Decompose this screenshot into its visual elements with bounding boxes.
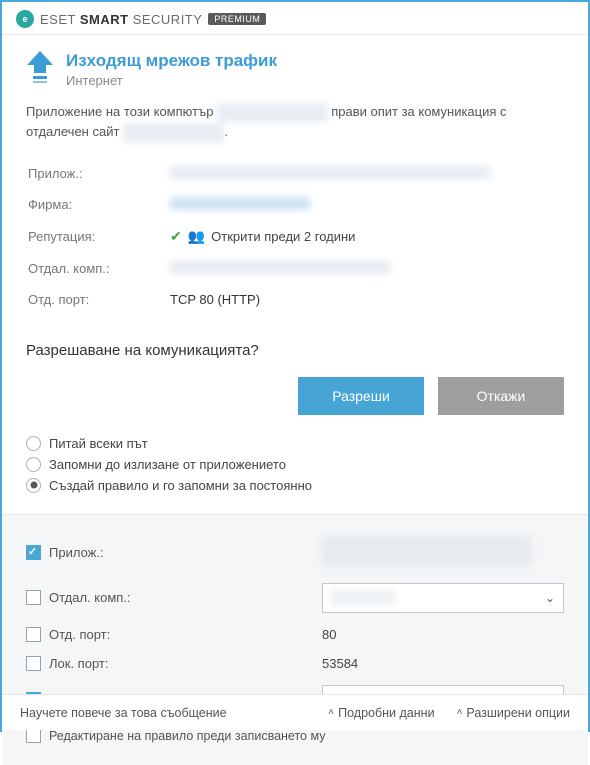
info-row-remote-port: Отд. порт: TCP 80 (HTTP) [28, 285, 562, 314]
check-icon: ✔ [170, 228, 182, 245]
advanced-options-toggle[interactable]: ˄ Разширени опции [457, 706, 570, 720]
rule-label: Отдал. комп.: [49, 590, 131, 605]
chevron-down-icon: ⌄ [545, 591, 555, 605]
description-text: Приложение на този компютър ████████████… [26, 102, 564, 143]
users-icon: 👥 [188, 228, 205, 245]
info-label: Фирма: [28, 190, 168, 219]
advanced-label: Разширени опции [466, 706, 570, 720]
info-label: Отдал. комп.: [28, 254, 168, 283]
deny-button[interactable]: Откажи [438, 377, 564, 415]
blurred-value: x [170, 166, 490, 179]
rule-label: Лок. порт: [49, 656, 108, 671]
dialog-subtitle: Интернет [66, 73, 277, 88]
info-row-company: Фирма: x [28, 190, 562, 219]
dialog-title: Изходящ мрежов трафик [66, 51, 277, 71]
rule-label: Редактиране на правило преди записването… [49, 728, 325, 745]
rule-row-local-port: Лок. порт: 53584 [26, 649, 564, 678]
info-label: Репутация: [28, 221, 168, 252]
checkbox-remote-computer[interactable] [26, 590, 41, 605]
remote-port-value: TCP 80 (HTTP) [170, 285, 562, 314]
remote-computer-dropdown[interactable]: ███████ ⌄ [322, 583, 564, 613]
radio-ask-every-time[interactable]: Питай всеки път [26, 433, 564, 454]
info-label: Прилож.: [28, 159, 168, 188]
radio-label: Създай правило и го запомни за постоянно [49, 478, 312, 493]
eset-logo-icon: e [16, 10, 34, 28]
checkbox-application[interactable] [26, 545, 41, 560]
question-text: Разрешаване на комуникацията? [26, 342, 564, 359]
connection-info-table: Прилож.: x Фирма: x Репутация: ✔ 👥 Откри… [26, 157, 564, 316]
details-label: Подробни данни [338, 706, 434, 720]
brand-text: ESET SMART SECURITY [40, 12, 202, 27]
local-port-rule-value: 53584 [322, 656, 564, 671]
rule-row-remote-port: Отд. порт: 80 [26, 620, 564, 649]
details-toggle[interactable]: ˄ Подробни данни [328, 706, 434, 720]
checkbox-local-port[interactable] [26, 656, 41, 671]
rule-label: Прилож.: [49, 545, 104, 560]
info-row-remote-computer: Отдал. комп.: x [28, 254, 562, 283]
premium-badge: PREMIUM [208, 13, 266, 25]
rule-row-remote-computer: Отдал. комп.: ███████ ⌄ [26, 576, 564, 620]
rule-label: Отд. порт: [49, 627, 110, 642]
chevron-up-icon: ˄ [328, 707, 334, 718]
outbound-arrow-icon [26, 51, 54, 85]
allow-button[interactable]: Разреши [298, 377, 424, 415]
app-header: e ESET SMART SECURITY PREMIUM [2, 2, 588, 35]
learn-more-link[interactable]: Научете повече за това съобщение [20, 706, 227, 720]
remote-port-rule-value: 80 [322, 627, 564, 642]
chevron-up-icon: ˄ [457, 707, 463, 718]
rule-row-application: Прилож.: [26, 529, 564, 576]
radio-icon [26, 478, 41, 493]
radio-label: Запомни до излизане от приложението [49, 457, 286, 472]
radio-icon [26, 436, 41, 451]
remember-options: Питай всеки път Запомни до излизане от п… [2, 433, 588, 514]
info-label: Отд. порт: [28, 285, 168, 314]
radio-create-permanent-rule[interactable]: Създай правило и го запомни за постоянно [26, 475, 564, 496]
blurred-site-name: ███████████ [123, 123, 224, 143]
blurred-value [322, 536, 532, 566]
info-row-application: Прилож.: x [28, 159, 562, 188]
blurred-value: x [170, 261, 390, 274]
blurred-app-name: ████████████ [217, 103, 328, 123]
blurred-value: x [170, 197, 310, 210]
info-row-reputation: Репутация: ✔ 👥 Открити преди 2 години [28, 221, 562, 252]
dialog-footer: Научете повече за това съобщение ˄ Подро… [2, 694, 588, 730]
title-row: Изходящ мрежов трафик Интернет [2, 35, 588, 96]
reputation-text: Открити преди 2 години [211, 229, 355, 244]
radio-remember-until-exit[interactable]: Запомни до излизане от приложението [26, 454, 564, 475]
radio-icon [26, 457, 41, 472]
checkbox-remote-port[interactable] [26, 627, 41, 642]
radio-label: Питай всеки път [49, 436, 148, 451]
blurred-value: ███████ [331, 590, 395, 605]
